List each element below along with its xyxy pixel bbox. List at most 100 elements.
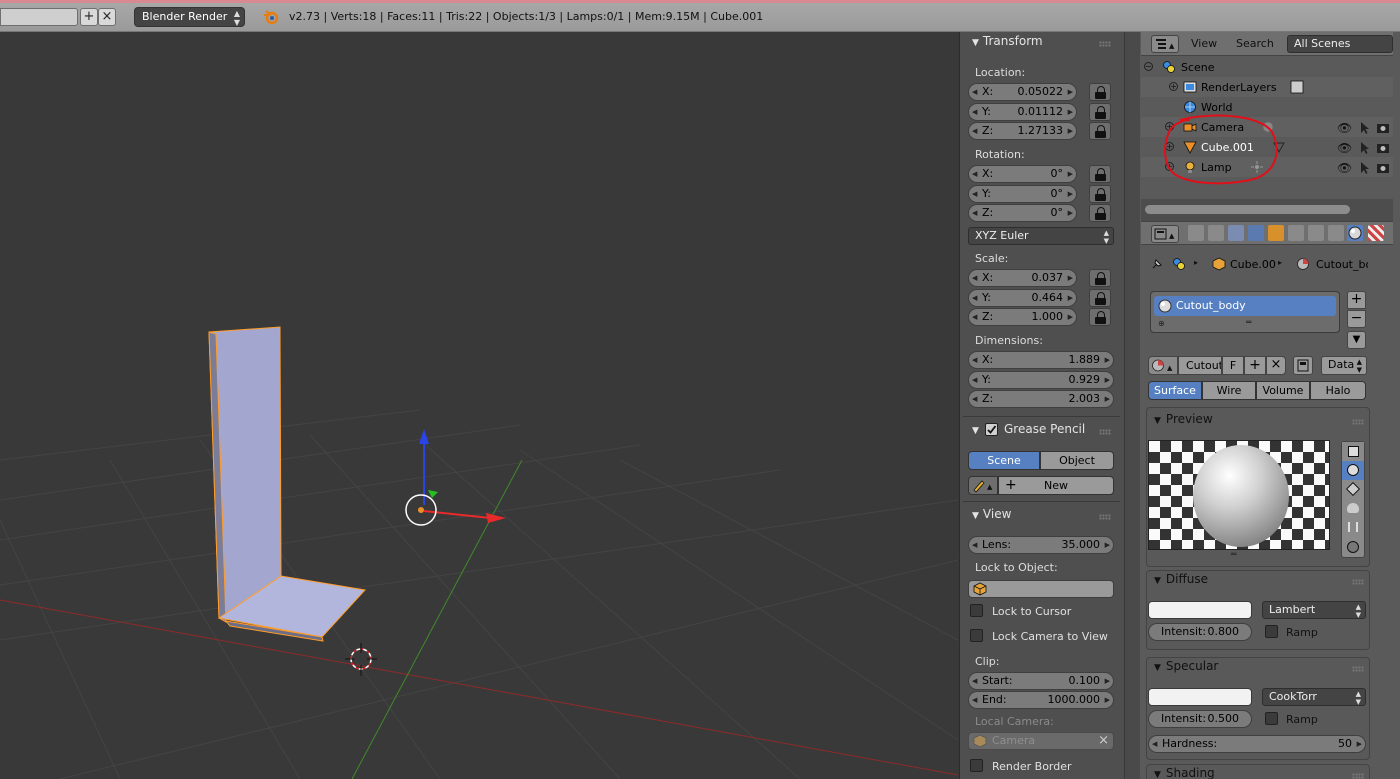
specular-color-swatch[interactable] [1148,688,1252,706]
specular-shader-dropdown[interactable]: CookTorr ▲ ▼ [1262,688,1366,706]
outliner-row-scene[interactable] [1141,57,1393,77]
drag-handle-icon[interactable] [1099,429,1111,435]
lens-field[interactable]: ◀ Lens: 35.000 ▶ [968,536,1114,554]
preview-sky-icon[interactable] [1342,537,1364,557]
location-x-field[interactable]: ◀ X: 0.05022 ▶ [968,83,1077,101]
scale-y-field[interactable]: ◀ Y: 0.464 ▶ [968,289,1077,307]
render-camera-icon[interactable] [1376,121,1390,135]
modifiers-tab-icon[interactable] [1308,225,1324,241]
editor-type-button[interactable]: ▲ [1151,35,1179,53]
material-tab-wire[interactable]: Wire [1202,381,1256,400]
specular-intensity-field[interactable]: Intensit: 0.500 [1148,710,1252,728]
transform-panel-header[interactable]: ▼ Transform [972,34,1043,48]
dimensions-z-field[interactable]: ◀ Z: 2.003 ▶ [968,390,1114,408]
clip-end-field[interactable]: ◀ End: 1000.000 ▶ [968,691,1114,709]
fake-user-toggle[interactable]: F [1222,356,1244,375]
collapse-icon[interactable]: − [1144,62,1153,71]
properties-editor-type-button[interactable]: ▲ [1151,225,1179,243]
new-grease-pencil-button[interactable]: + New [998,476,1114,495]
diffuse-intensity-field[interactable]: Intensit: 0.800 [1148,623,1252,641]
link-type-dropdown[interactable]: Data ▲ ▼ [1321,356,1367,375]
lock-scale-z-icon[interactable] [1089,308,1111,326]
resize-grip-icon[interactable]: ═ [1246,318,1251,328]
remove-material-slot-button[interactable]: − [1347,310,1366,328]
drag-handle-icon[interactable] [1352,666,1364,672]
pin-icon[interactable] [1150,257,1164,271]
world-tab-icon[interactable] [1248,225,1264,241]
region-scroll-strip[interactable] [1125,32,1140,779]
visibility-eye-icon[interactable]: 👁 [1337,141,1352,155]
drag-handle-icon[interactable] [1352,579,1364,585]
render-camera-icon[interactable] [1376,161,1390,175]
lock-scale-y-icon[interactable] [1089,289,1111,307]
drag-handle-icon[interactable] [1099,41,1111,47]
rotation-y-field[interactable]: ◀ Y: 0° ▶ [968,185,1077,203]
material-browse-button[interactable]: ▲ [1148,356,1178,375]
unlink-material-button[interactable]: × [1266,356,1286,375]
drag-handle-icon[interactable] [1352,773,1364,779]
resize-grip-icon[interactable]: ═ [1231,550,1236,560]
material-tab-icon[interactable] [1347,225,1363,241]
3d-cursor-icon[interactable] [345,643,377,676]
lock-rotation-x-icon[interactable] [1089,165,1111,183]
specular-hardness-field[interactable]: ◀ Hardness: 50 ▶ [1148,735,1366,753]
display-mode-dropdown[interactable]: All Scenes [1287,35,1393,53]
render-engine-dropdown[interactable]: Blender Render ▲ ▼ [134,7,245,27]
view-panel-header[interactable]: ▼ View [972,507,1011,521]
render-camera-icon[interactable] [1376,141,1390,155]
material-tab-surface[interactable]: Surface [1148,381,1202,400]
render-border-checkbox[interactable] [970,759,983,772]
constraints-tab-icon[interactable] [1288,225,1304,241]
3d-viewport[interactable] [0,32,958,779]
add-material-slot-button[interactable]: + [1347,291,1366,309]
dimensions-x-field[interactable]: ◀ X: 1.889 ▶ [968,351,1114,369]
visibility-eye-icon[interactable]: 👁 [1337,161,1352,175]
node-toggle-button[interactable] [1293,356,1313,375]
scale-x-field[interactable]: ◀ X: 0.037 ▶ [968,269,1077,287]
visibility-eye-icon[interactable]: 👁 [1337,121,1352,135]
rotation-mode-dropdown[interactable]: XYZ Euler ▲ ▼ [968,227,1114,245]
specular-panel-header[interactable]: ▼ Specular [1154,659,1218,673]
select-cursor-icon[interactable] [1357,161,1371,175]
lock-to-object-field[interactable] [968,580,1114,598]
scene-tab-icon[interactable] [1228,225,1244,241]
viewport-canvas[interactable] [0,32,958,779]
delete-scene-button[interactable]: × [98,8,116,26]
clear-icon[interactable]: × [1098,733,1109,749]
grease-pencil-object-tab[interactable]: Object [1040,451,1114,470]
specular-ramp-checkbox[interactable] [1265,712,1278,725]
lock-location-y-icon[interactable] [1089,103,1111,121]
rotation-x-field[interactable]: ◀ X: 0° ▶ [968,165,1077,183]
location-y-field[interactable]: ◀ Y: 0.01112 ▶ [968,103,1077,121]
clip-start-field[interactable]: ◀ Start: 0.100 ▶ [968,672,1114,690]
preview-cube-icon[interactable] [1342,480,1364,499]
lock-location-z-icon[interactable] [1089,122,1111,140]
lock-scale-x-icon[interactable] [1089,269,1111,287]
preview-panel-header[interactable]: ▼ Preview [1154,412,1213,426]
preview-flat-icon[interactable] [1342,442,1364,461]
preview-monkey-icon[interactable] [1342,499,1364,518]
material-specials-menu[interactable]: ▼ [1347,331,1366,349]
render-layers-tab-icon[interactable] [1208,225,1224,241]
texture-tab-icon[interactable] [1368,225,1384,241]
lock-rotation-y-icon[interactable] [1089,185,1111,203]
select-cursor-icon[interactable] [1357,141,1371,155]
transform-gizmo[interactable] [405,429,506,526]
material-slot-row[interactable]: Cutout_body [1154,296,1336,316]
scale-z-field[interactable]: ◀ Z: 1.000 ▶ [968,308,1077,326]
preview-sphere-icon[interactable] [1342,461,1364,480]
location-z-field[interactable]: ◀ Z: 1.27133 ▶ [968,122,1077,140]
diffuse-shader-dropdown[interactable]: Lambert ▲ ▼ [1262,601,1366,619]
shading-panel-header[interactable]: ▼ Shading [1154,766,1215,779]
drag-handle-icon[interactable] [1352,419,1364,425]
expand-icon[interactable]: + [1169,82,1178,91]
render-tab-icon[interactable] [1188,225,1204,241]
select-cursor-icon[interactable] [1357,121,1371,135]
material-name-field[interactable]: Cutout [1178,356,1222,375]
add-scene-button[interactable]: + [80,8,98,26]
data-tab-icon[interactable] [1328,225,1344,241]
preview-hair-icon[interactable] [1342,518,1364,537]
lock-location-x-icon[interactable] [1089,83,1111,101]
diffuse-ramp-checkbox[interactable] [1265,625,1278,638]
lock-camera-to-view-checkbox[interactable] [970,629,983,642]
